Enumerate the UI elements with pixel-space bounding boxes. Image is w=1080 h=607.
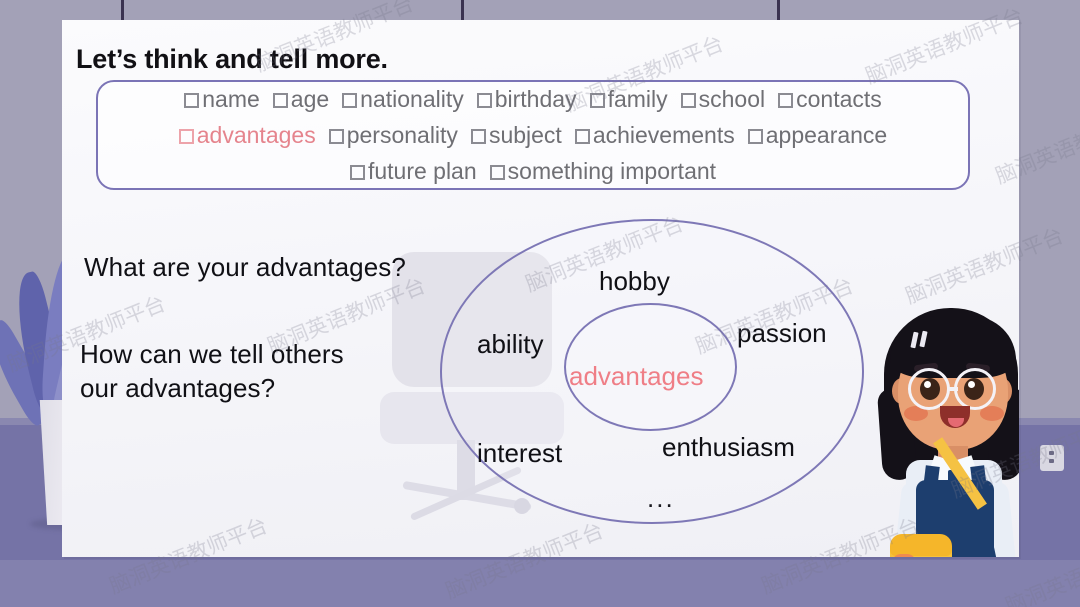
checklist-item-name[interactable]: name (184, 88, 260, 111)
checkbox-icon[interactable] (489, 165, 505, 180)
student-girl-illustration (862, 302, 1019, 557)
venn-diagram: advantages hobby ability passion interes… (437, 210, 867, 540)
checklist-item-label: achievements (592, 122, 735, 148)
checkbox-icon[interactable] (574, 129, 590, 144)
question-1: What are your advantages? (84, 251, 406, 285)
venn-label-interest: interest (477, 438, 563, 468)
checkbox-icon[interactable] (470, 129, 486, 144)
checklist-item-nationality[interactable]: nationality (342, 88, 464, 111)
checklist-item-label: birthday (494, 86, 577, 112)
satchel-flap (890, 534, 952, 556)
question-2: How can we tell others our advantages? (80, 338, 344, 406)
glasses-lens-right (954, 368, 996, 410)
checklist-item-age[interactable]: age (272, 86, 330, 112)
checkbox-icon[interactable] (476, 93, 492, 108)
venn-label-ellipsis: ... (647, 483, 675, 513)
checkbox-icon[interactable] (589, 93, 605, 108)
checkbox-icon[interactable] (349, 165, 365, 180)
slide-panel: Let’s think and tell more. name age nation… (62, 20, 1019, 557)
checklist-item-label: subject (488, 122, 562, 148)
checklist-row-3: future plan something important (112, 160, 954, 196)
checklist-item-personality[interactable]: personality (328, 122, 458, 148)
checkbox-icon[interactable] (328, 129, 344, 144)
checklist-item-label: advantages (196, 122, 316, 148)
checklist-item-label: something important (507, 158, 717, 184)
checklist-item-family[interactable]: family (589, 86, 668, 112)
venn-label-passion: passion (737, 318, 827, 348)
checkbox-icon[interactable] (342, 93, 358, 108)
checklist-item-label: future plan (367, 158, 477, 184)
checkbox-icon[interactable] (178, 129, 194, 144)
venn-label-enthusiasm: enthusiasm (662, 432, 795, 462)
checklist-item-label: nationality (360, 86, 464, 112)
checkbox-icon[interactable] (747, 129, 763, 144)
question-line: What are your advantages? (84, 252, 406, 282)
checklist-item-subject[interactable]: subject (470, 122, 562, 148)
checklist-row-2: advantages personality subject achievements… (112, 124, 954, 160)
outlet-slot (1049, 451, 1054, 455)
floor-band (0, 560, 1080, 607)
checkbox-icon[interactable] (272, 93, 288, 108)
question-line: our advantages? (80, 372, 276, 403)
venn-label-hobby: hobby (599, 266, 670, 296)
checklist-item-label: personality (346, 122, 458, 148)
venn-center-label: advantages (569, 361, 704, 391)
venn-label-ability: ability (477, 329, 544, 359)
checklist-item-label: family (607, 86, 668, 112)
checklist-item-birthday[interactable]: birthday (476, 86, 577, 112)
glasses-bridge (948, 387, 958, 391)
checklist-item-appearance[interactable]: appearance (747, 122, 888, 148)
checklist-item-label: school (698, 86, 766, 112)
page-title: Let’s think and tell more. (76, 44, 388, 74)
slide-stage: Let’s think and tell more. name age nation… (0, 0, 1080, 607)
checklist-item-label: age (290, 86, 330, 112)
question-line: How can we tell others (80, 339, 344, 369)
checklist-item-something-important[interactable]: something important (489, 158, 717, 184)
cheek-right (980, 406, 1004, 421)
checklist-item-achievements[interactable]: achievements (574, 122, 735, 148)
checklist-item-future-plan[interactable]: future plan (349, 158, 477, 184)
glasses-lens-left (908, 368, 950, 410)
checkbox-icon[interactable] (778, 93, 794, 108)
checklist-item-label: appearance (765, 122, 888, 148)
power-outlet-icon (1040, 445, 1064, 471)
checklist-panel: name age nationality birthday family school co… (96, 80, 970, 190)
checkbox-icon[interactable] (680, 93, 696, 108)
outlet-slot (1049, 459, 1054, 463)
checklist-item-label: name (202, 86, 260, 112)
checklist-item-advantages[interactable]: advantages (178, 122, 316, 148)
checkbox-icon[interactable] (184, 93, 200, 108)
checklist-item-school[interactable]: school (680, 86, 766, 112)
hair-fringe (890, 316, 1016, 378)
checklist-row-1: name age nationality birthday family school co… (112, 88, 954, 124)
checklist-item-label: contacts (796, 86, 882, 112)
checklist-item-contacts[interactable]: contacts (778, 88, 882, 111)
